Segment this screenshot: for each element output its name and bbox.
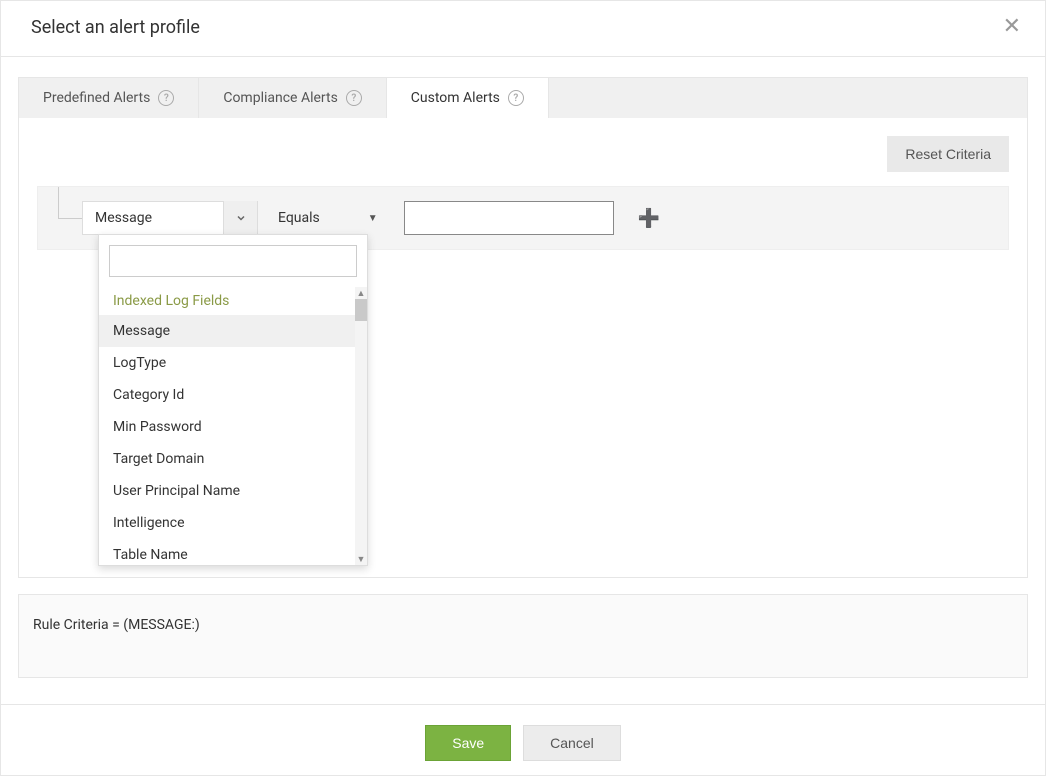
close-button[interactable]: ✕ (999, 15, 1025, 37)
tab-label: Compliance Alerts (223, 90, 337, 106)
help-icon[interactable]: ? (508, 90, 524, 106)
rule-criteria-text: Rule Criteria = (MESSAGE:) (33, 617, 200, 633)
dropdown-search-input[interactable] (109, 245, 357, 277)
reset-criteria-button[interactable]: Reset Criteria (887, 136, 1009, 172)
tab-spacer (549, 78, 1027, 118)
dropdown-group-label: Indexed Log Fields (99, 287, 367, 315)
tab-predefined-alerts[interactable]: Predefined Alerts ? (19, 78, 199, 118)
tab-label: Custom Alerts (411, 90, 500, 106)
tabs: Predefined Alerts ? Compliance Alerts ? … (18, 77, 1028, 118)
field-dropdown: Indexed Log Fields Message LogType Categ… (98, 234, 368, 566)
scrollbar[interactable]: ▲ ▼ (355, 287, 367, 565)
rule-criteria-summary: Rule Criteria = (MESSAGE:) (18, 594, 1028, 678)
add-criteria-button[interactable]: ➕ (632, 207, 666, 230)
dropdown-option[interactable]: LogType (99, 347, 367, 379)
dropdown-option[interactable]: Category Id (99, 379, 367, 411)
help-icon[interactable]: ? (158, 90, 174, 106)
page-title: Select an alert profile (31, 17, 200, 38)
criteria-row: Message Equals ▼ ➕ (37, 186, 1009, 250)
scroll-up-icon[interactable]: ▲ (355, 287, 367, 299)
chevron-down-icon[interactable] (223, 201, 257, 235)
dropdown-option[interactable]: Min Password (99, 411, 367, 443)
tab-compliance-alerts[interactable]: Compliance Alerts ? (199, 78, 386, 118)
caret-down-icon: ▼ (368, 213, 378, 224)
close-icon: ✕ (1003, 13, 1021, 38)
dropdown-option[interactable]: Target Domain (99, 443, 367, 475)
save-button[interactable]: Save (425, 725, 511, 761)
operator-label: Equals (278, 210, 320, 226)
dropdown-option[interactable]: User Principal Name (99, 475, 367, 507)
tree-connector (38, 201, 82, 235)
field-select-label: Message (83, 202, 223, 234)
tab-label: Predefined Alerts (43, 90, 150, 106)
dropdown-option[interactable]: Message (99, 315, 367, 347)
tab-custom-alerts[interactable]: Custom Alerts ? (387, 78, 549, 118)
dropdown-option[interactable]: Intelligence (99, 507, 367, 539)
cancel-button[interactable]: Cancel (523, 725, 621, 761)
criteria-value-input[interactable] (404, 201, 614, 235)
dropdown-option[interactable]: Table Name (99, 539, 367, 565)
plus-icon: ➕ (638, 208, 660, 228)
footer: Save Cancel (1, 704, 1045, 775)
dropdown-list: Indexed Log Fields Message LogType Categ… (99, 287, 367, 565)
help-icon[interactable]: ? (346, 90, 362, 106)
scroll-down-icon[interactable]: ▼ (355, 553, 367, 565)
tab-content: Reset Criteria Message Equals ▼ ➕ (18, 118, 1028, 578)
scroll-thumb[interactable] (355, 299, 367, 321)
field-select[interactable]: Message (82, 201, 258, 235)
operator-select[interactable]: Equals ▼ (272, 201, 388, 235)
